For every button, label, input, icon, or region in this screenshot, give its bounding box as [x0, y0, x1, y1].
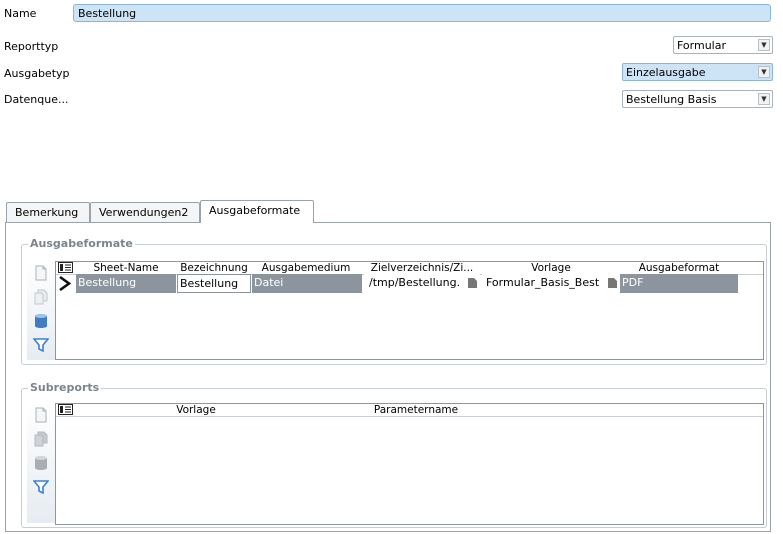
ausgabeformate-table: Sheet-Name Bezeichnung Ausgabemedium Zie… [55, 261, 764, 360]
column-header[interactable]: Zielverzeichnis/Zi... [362, 262, 482, 274]
tab-panel: Ausgabeformate Sheet-Name Bezeichnung Au… [5, 222, 771, 532]
subreports-toolbar [27, 403, 55, 523]
new-icon[interactable] [33, 265, 49, 281]
cell-vorlage-value: Formular_Basis_Best [486, 276, 600, 289]
datenquelle-label: Datenque... [4, 93, 69, 106]
ausgabetyp-select[interactable]: Einzelausgabe ▼ [622, 63, 773, 81]
name-label: Name [4, 7, 37, 20]
row-pointer-icon [59, 276, 72, 291]
file-chooser-icon[interactable] [608, 278, 617, 288]
chevron-down-icon[interactable]: ▼ [758, 66, 770, 78]
cell-ausgabemedium[interactable]: Datei [252, 274, 362, 293]
subreports-group: Subreports Vorlage Parametername [21, 381, 767, 528]
column-header[interactable]: Ausgabeformat [620, 262, 738, 274]
column-header[interactable]: Parametername [316, 404, 516, 416]
ausgabeformate-group: Ausgabeformate Sheet-Name Bezeichnung Au… [21, 237, 767, 365]
table-row[interactable]: Bestellung Bestellung Datei /tmp/Bestell… [56, 274, 765, 293]
reporttyp-label: Reporttyp [4, 40, 59, 53]
copy-icon[interactable] [33, 289, 49, 305]
filter-icon[interactable] [33, 479, 49, 495]
cell-ausgabeformat[interactable]: PDF [620, 274, 738, 293]
datenquelle-value: Bestellung Basis [626, 93, 717, 106]
reporttyp-select[interactable]: Formular ▼ [673, 36, 773, 54]
table-header: Vorlage Parametername [56, 404, 763, 417]
table-menu-icon[interactable] [58, 404, 73, 415]
column-header[interactable]: Vorlage [484, 262, 618, 274]
cell-zielverzeichnis[interactable]: /tmp/Bestellung. [364, 274, 480, 293]
delete-icon[interactable] [33, 313, 49, 329]
subreports-table: Vorlage Parametername [55, 403, 764, 525]
cell-sheet-name[interactable]: Bestellung [76, 274, 176, 293]
reporttyp-value: Formular [677, 39, 727, 52]
tab-verwendungen2[interactable]: Verwendungen2 [90, 202, 200, 222]
datenquelle-select[interactable]: Bestellung Basis ▼ [622, 90, 773, 108]
column-header[interactable]: Ausgabemedium [252, 262, 360, 274]
chevron-down-icon[interactable]: ▼ [758, 39, 770, 51]
copy-icon[interactable] [33, 431, 49, 447]
ausgabetyp-value: Einzelausgabe [626, 66, 706, 79]
name-field[interactable]: Bestellung [73, 4, 771, 22]
cell-zielverzeichnis-value: /tmp/Bestellung. [369, 276, 461, 289]
filter-icon[interactable] [33, 337, 49, 353]
table-menu-icon[interactable] [58, 262, 73, 273]
file-chooser-icon[interactable] [468, 278, 477, 288]
group-title: Ausgabeformate [28, 237, 135, 250]
new-icon[interactable] [33, 407, 49, 423]
group-title: Subreports [28, 381, 102, 394]
ausgabetyp-label: Ausgabetyp [4, 67, 70, 80]
column-header[interactable]: Vorlage [76, 404, 316, 416]
chevron-down-icon[interactable]: ▼ [758, 93, 770, 105]
ausgabeformate-toolbar [27, 261, 55, 360]
tab-bemerkung[interactable]: Bemerkung [6, 202, 90, 222]
tab-ausgabeformate[interactable]: Ausgabeformate [200, 200, 314, 223]
cell-bezeichnung[interactable]: Bestellung [177, 274, 251, 293]
column-header[interactable]: Sheet-Name [76, 262, 176, 274]
delete-icon[interactable] [33, 455, 49, 471]
column-header[interactable]: Bezeichnung [177, 262, 251, 274]
cell-vorlage[interactable]: Formular_Basis_Best [482, 274, 620, 293]
